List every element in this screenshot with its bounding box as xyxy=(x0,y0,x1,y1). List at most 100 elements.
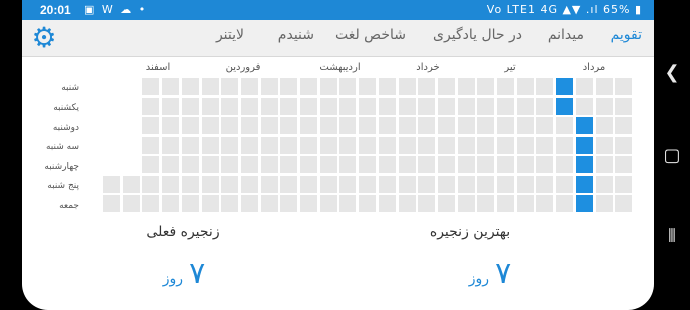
heatmap-cell xyxy=(221,175,239,193)
heatmap-cell xyxy=(142,97,160,115)
heatmap-cell xyxy=(595,136,613,154)
day-label: دوشنبه xyxy=(52,123,79,133)
phone-screen: 20:01 ▣ W ☁ • Vo LTE1 4G ▲▼ .ıl 65% ▮ ⚙ … xyxy=(22,0,654,310)
heatmap-cell-active xyxy=(575,117,593,134)
heatmap-cell xyxy=(418,175,436,193)
heatmap-cell xyxy=(162,195,180,212)
month-label: اردیبهشت xyxy=(319,62,361,73)
back-chevron-icon[interactable]: ❮ xyxy=(654,62,690,83)
day-label: جمعه xyxy=(59,201,79,211)
heatmap-cell xyxy=(437,195,455,212)
month-label: اسفند xyxy=(145,62,171,73)
heatmap-cell xyxy=(477,175,495,193)
heatmap-cell xyxy=(181,117,199,134)
heatmap-cell xyxy=(280,136,298,154)
heatmap-cell xyxy=(556,136,574,154)
heatmap-cell xyxy=(516,195,534,212)
heatmap-cell xyxy=(516,97,534,115)
heatmap-cell xyxy=(319,156,337,173)
heatmap-cell xyxy=(378,78,396,95)
heatmap-cell xyxy=(418,136,436,154)
heatmap-cell xyxy=(595,195,613,212)
heatmap-cell-active xyxy=(556,97,574,115)
heatmap-cell xyxy=(319,78,337,95)
heatmap-cell xyxy=(319,175,337,193)
heatmap-cell xyxy=(615,136,633,154)
heatmap-cell xyxy=(536,117,554,134)
heatmap-cell xyxy=(280,175,298,193)
heatmap-cell xyxy=(615,97,633,115)
heatmap-cell xyxy=(142,195,160,212)
heatmap-cell-active xyxy=(575,136,593,154)
heatmap-cell xyxy=(556,175,574,193)
heatmap-cell-active xyxy=(575,175,593,193)
heatmap-cell xyxy=(437,175,455,193)
heatmap-cell xyxy=(457,117,475,134)
heatmap-cell xyxy=(319,195,337,212)
settings-gear-icon[interactable]: ⚙ xyxy=(29,23,59,53)
heatmap-cell xyxy=(201,78,219,95)
heatmap-cell xyxy=(437,97,455,115)
tab-known[interactable]: میدانم xyxy=(548,27,584,43)
heatmap-cell xyxy=(181,136,199,154)
heatmap-cell xyxy=(437,156,455,173)
heatmap-cell xyxy=(398,97,416,115)
day-label: پنج شنبه xyxy=(47,181,79,191)
heatmap-cell xyxy=(418,97,436,115)
heatmap-cell xyxy=(103,175,120,193)
heatmap-cell xyxy=(240,175,258,193)
heatmap-cell xyxy=(201,136,219,154)
heatmap-cell xyxy=(359,136,377,154)
heatmap-cell xyxy=(615,156,633,173)
heatmap-cell xyxy=(221,117,239,134)
heatmap-cell xyxy=(536,78,554,95)
heatmap-cell xyxy=(477,97,495,115)
heatmap-cell xyxy=(477,195,495,212)
heatmap-cell xyxy=(378,175,396,193)
heatmap-cell xyxy=(477,136,495,154)
heatmap-cell xyxy=(240,97,258,115)
heatmap-cell xyxy=(418,117,436,134)
heatmap-cell xyxy=(339,136,357,154)
tab-calendar[interactable]: تقویم xyxy=(611,27,642,43)
heatmap-cell xyxy=(359,97,377,115)
heatmap-cell xyxy=(497,136,514,154)
tab-word-index[interactable]: شاخص لغت xyxy=(335,27,406,43)
home-square-icon[interactable]: ▢ xyxy=(654,145,690,166)
heatmap-cell xyxy=(418,156,436,173)
heatmap-cell xyxy=(477,117,495,134)
tab-leitner[interactable]: لایتنر xyxy=(216,27,244,43)
heatmap-cell xyxy=(536,136,554,154)
current-streak-label: زنجیره فعلی xyxy=(146,224,220,240)
heatmap-cell xyxy=(556,117,574,134)
tab-learning[interactable]: در حال یادگیری xyxy=(433,27,522,43)
heatmap-cell xyxy=(437,117,455,134)
heatmap-cell-active xyxy=(575,195,593,212)
heatmap-cell xyxy=(240,156,258,173)
heatmap-cell xyxy=(398,136,416,154)
heatmap-cell xyxy=(457,156,475,173)
heatmap-cell xyxy=(378,156,396,173)
current-streak-number: ۷ xyxy=(189,256,206,291)
heatmap-cell xyxy=(319,117,337,134)
heatmap-cell-active xyxy=(575,156,593,173)
heatmap-cell xyxy=(280,117,298,134)
heatmap-cell xyxy=(595,97,613,115)
day-label: سه شنبه xyxy=(45,142,79,152)
heatmap-cell xyxy=(280,195,298,212)
heatmap-cell xyxy=(142,136,160,154)
heatmap-cell xyxy=(339,78,357,95)
recent-apps-icon[interactable]: ⦀ xyxy=(654,226,690,247)
heatmap-cell xyxy=(181,78,199,95)
heatmap-cell xyxy=(457,78,475,95)
heatmap-cell xyxy=(300,97,317,115)
heatmap-cell xyxy=(497,97,514,115)
heatmap-cell xyxy=(339,117,357,134)
heatmap-cell xyxy=(181,156,199,173)
heatmap-cell xyxy=(359,156,377,173)
heatmap-cell xyxy=(122,175,140,193)
tab-heard[interactable]: شنیدم xyxy=(278,27,314,43)
heatmap-cell xyxy=(378,195,396,212)
heatmap-cell xyxy=(142,175,160,193)
heatmap-cell xyxy=(280,97,298,115)
